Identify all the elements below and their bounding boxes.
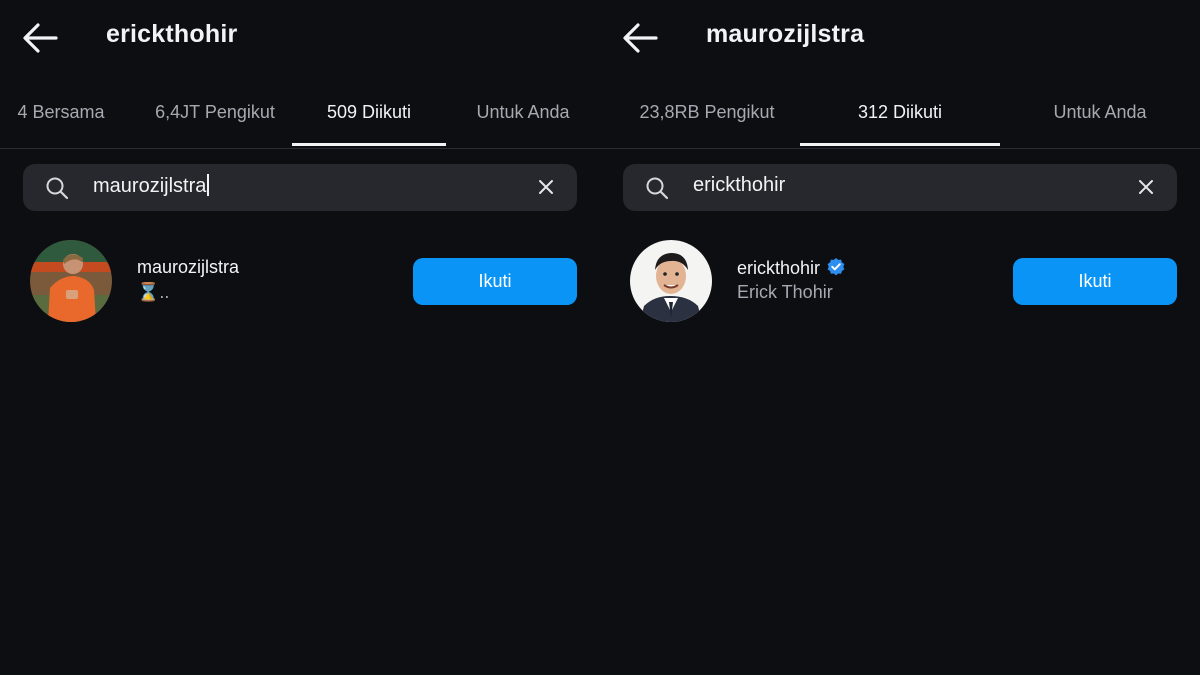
close-icon[interactable] — [1137, 178, 1155, 196]
avatar[interactable] — [630, 240, 712, 322]
left-panel: erickthohir 4 Bersama 6,4JT Pengikut 509… — [0, 0, 600, 675]
follow-button[interactable]: Ikuti — [413, 258, 577, 305]
user-result-row[interactable]: erickthohir Erick Thohir Ikuti — [630, 240, 1177, 324]
search-bar[interactable]: erickthohir — [623, 164, 1177, 211]
close-icon[interactable] — [537, 178, 555, 196]
tab-bar: 23,8RB Pengikut 312 Diikuti Untuk Anda — [600, 90, 1200, 149]
back-arrow-icon[interactable] — [622, 22, 658, 54]
user-result-row[interactable]: maurozijlstra ⌛.. Ikuti — [30, 240, 577, 324]
follow-button[interactable]: Ikuti — [1013, 258, 1177, 305]
username: maurozijlstra — [137, 257, 240, 277]
search-input[interactable]: erickthohir — [693, 174, 785, 197]
search-input[interactable]: maurozijlstra — [93, 174, 209, 198]
text-cursor — [207, 174, 209, 196]
tab-following[interactable]: 509 Diikuti — [292, 90, 446, 146]
search-icon — [646, 177, 669, 200]
tab-for-you[interactable]: Untuk Anda — [1040, 90, 1160, 146]
tab-bar: 4 Bersama 6,4JT Pengikut 509 Diikuti Unt… — [0, 90, 600, 149]
full-name: Erick Thohir — [737, 282, 833, 302]
search-icon — [46, 177, 69, 200]
user-bio: ⌛.. — [137, 282, 170, 302]
verified-badge-icon — [827, 258, 845, 276]
tab-followers[interactable]: 6,4JT Pengikut — [142, 90, 288, 146]
header: maurozijlstra — [600, 0, 1200, 72]
right-panel: maurozijlstra 23,8RB Pengikut 312 Diikut… — [600, 0, 1200, 675]
avatar[interactable] — [30, 240, 112, 322]
tab-for-you[interactable]: Untuk Anda — [460, 90, 586, 146]
tab-following[interactable]: 312 Diikuti — [800, 90, 1000, 146]
search-bar[interactable]: maurozijlstra — [23, 164, 577, 211]
profile-title: erickthohir — [106, 20, 238, 48]
header: erickthohir — [0, 0, 600, 72]
username-line: erickthohir — [737, 257, 846, 279]
profile-title: maurozijlstra — [706, 20, 865, 48]
back-arrow-icon[interactable] — [22, 22, 58, 54]
username: erickthohir — [737, 258, 821, 278]
tab-followers[interactable]: 23,8RB Pengikut — [620, 90, 794, 146]
tab-mutual[interactable]: 4 Bersama — [0, 90, 122, 146]
